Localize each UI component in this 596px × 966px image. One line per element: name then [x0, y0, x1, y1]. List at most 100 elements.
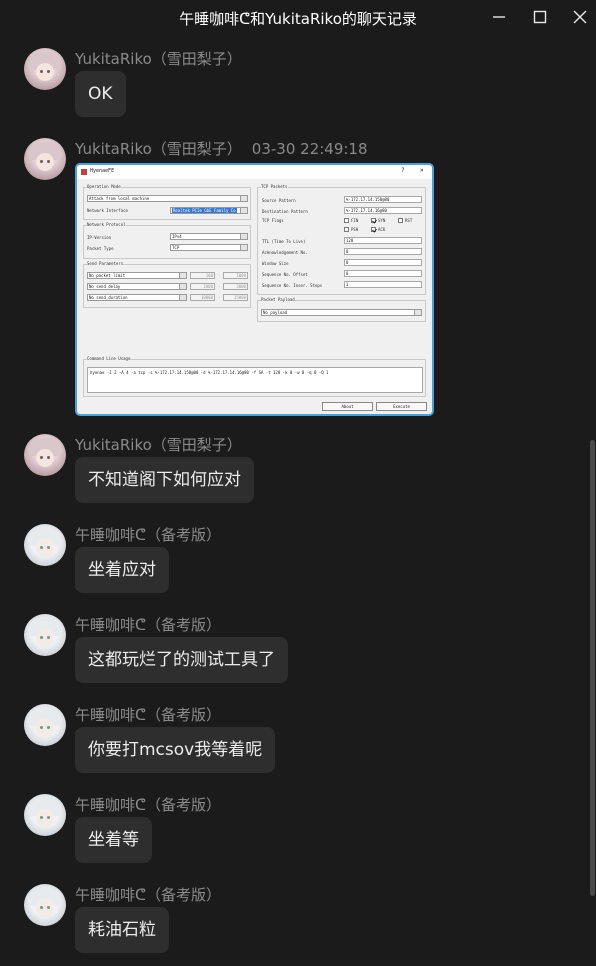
sender-name: 午睡咖啡ᕦ（备考版）: [75, 706, 221, 724]
message-item: 午睡咖啡ᕦ（备考版） 耗油石粒: [24, 872, 564, 962]
sender-name: 午睡咖啡ᕦ（备考版）: [75, 616, 221, 634]
network-protocol-group: [83, 225, 251, 259]
rst-checkbox: [398, 218, 403, 223]
message-item: YukitaRiko（雪田梨子） 03-30 22:49:18 HyenaeFE …: [24, 126, 564, 426]
syn-checkbox: [371, 218, 376, 223]
send-delay-max: 3000: [223, 283, 248, 290]
hyenae-title: HyenaeFE: [90, 168, 115, 174]
sender-name-text: YukitaRiko（雪田梨子）: [75, 140, 242, 158]
scrollbar-thumb[interactable]: [590, 440, 595, 896]
packet-limit-max: 1000: [223, 272, 248, 279]
avatar[interactable]: [24, 524, 66, 566]
execute-button: Execute: [376, 402, 427, 411]
send-duration-select: No send duration: [87, 294, 187, 301]
network-interface-value: Realtek PCIe GbE Family Co: [172, 208, 237, 213]
ack-number-label: Acknowledgement No.: [262, 250, 308, 255]
message-item: YukitaRiko（雪田梨子） 不知道阁下如何应对: [24, 422, 564, 512]
packet-type-select: TCP: [170, 244, 248, 251]
title-bar: 午睡咖啡ᕦ和YukitaRiko的聊天记录: [0, 0, 596, 36]
ttl-field: 128: [344, 237, 422, 244]
destination-pattern-label: Destination Pattern: [262, 209, 308, 214]
psh-checkbox: [344, 227, 349, 232]
maximize-button[interactable]: [529, 6, 551, 28]
message-bubble[interactable]: 耗油石粒: [75, 907, 169, 953]
send-delay-select: No send delay: [87, 283, 187, 290]
packet-payload-label: Packet Payload: [261, 297, 295, 302]
message-bubble[interactable]: 坐着等: [75, 817, 152, 863]
command-line-field: hyenae -I 2 -A 4 -a tcp -s %-172.17.14.1…: [87, 367, 423, 393]
seq-steps-field: 1: [344, 281, 422, 288]
tcp-packets-label: TCP Packets: [261, 184, 288, 189]
minimize-button[interactable]: [488, 6, 510, 28]
sender-name: 午睡咖啡ᕦ（备考版）: [75, 796, 221, 814]
ack-checkbox: [371, 227, 376, 232]
source-pattern-label: Source Pattern: [262, 198, 296, 203]
operation-mode-label: Operation Mode: [87, 184, 121, 189]
packet-limit-min: 100: [190, 272, 215, 279]
send-duration-max: 15000: [223, 294, 248, 301]
send-duration-min: 10000: [190, 294, 215, 301]
ttl-label: TTL (Time To Live): [262, 239, 306, 244]
avatar[interactable]: [24, 884, 66, 926]
message-bubble[interactable]: 不知道阁下如何应对: [75, 457, 254, 503]
screenshot-image[interactable]: HyenaeFE ? × Operation Mode Attack from …: [75, 163, 434, 416]
seq-offset-label: Sequence No. Offset: [262, 272, 308, 277]
ack-number-field: 0: [344, 248, 422, 255]
message-item: 午睡咖啡ᕦ（备考版） 你要打mcsov我等着呢: [24, 692, 564, 782]
help-icon: ?: [401, 167, 405, 174]
avatar[interactable]: [24, 48, 66, 90]
avatar[interactable]: [24, 138, 66, 180]
window-size-field: 0: [344, 259, 422, 266]
message-bubble[interactable]: OK: [75, 71, 126, 117]
operation-mode-select: Attack from local machine: [87, 195, 248, 202]
source-pattern-field: %-172.17.14.158@80: [344, 196, 422, 203]
tcp-flags-label: TCP Flags: [262, 218, 284, 223]
send-parameters-label: Send Parameters: [87, 261, 124, 266]
packet-type-label: Packet Type: [87, 246, 114, 251]
sender-name: YukitaRiko（雪田梨子）: [75, 436, 242, 454]
message-bubble[interactable]: 你要打mcsov我等着呢: [75, 727, 276, 773]
about-button: About: [322, 402, 373, 411]
message-item: YukitaRiko（雪田梨子） OK: [24, 36, 564, 126]
ip-version-select: IPv4: [170, 233, 248, 240]
network-protocol-label: Network Protocol: [87, 222, 126, 227]
ack-flag-label: ACK: [378, 227, 386, 232]
avatar[interactable]: [24, 794, 66, 836]
close-icon: [573, 10, 587, 24]
message-item: 午睡咖啡ᕦ（备考版） 坐着等: [24, 782, 564, 872]
message-item: 午睡咖啡ᕦ（备考版） 坐着应对: [24, 512, 564, 602]
fin-label: FIN: [351, 218, 359, 223]
syn-label: SYN: [378, 218, 386, 223]
network-interface-select: Realtek PCIe GbE Family Co: [170, 207, 248, 214]
sender-name: 午睡咖啡ᕦ（备考版）: [75, 886, 221, 904]
message-timestamp: 03-30 22:49:18: [251, 140, 368, 158]
close-button[interactable]: [569, 6, 591, 28]
packet-limit-select: No packet limit: [87, 272, 187, 279]
chat-history[interactable]: YukitaRiko（雪田梨子） OK YukitaRiko（雪田梨子） 03-3…: [0, 36, 596, 966]
message-bubble[interactable]: 坐着应对: [75, 547, 169, 593]
minimize-icon: [493, 16, 505, 18]
avatar[interactable]: [24, 434, 66, 476]
packet-payload-select: No payload: [261, 309, 422, 316]
psh-label: PSH: [351, 227, 359, 232]
range-separator: -: [218, 284, 221, 289]
send-delay-min: 1000: [190, 283, 215, 290]
close-icon: ×: [420, 167, 424, 174]
sender-name: YukitaRiko（雪田梨子）: [75, 50, 242, 68]
avatar[interactable]: [24, 614, 66, 656]
maximize-icon: [533, 10, 547, 24]
seq-steps-label: Sequence No. Inser. Steps: [262, 283, 323, 288]
rst-label: RST: [405, 218, 413, 223]
range-separator: -: [218, 273, 221, 278]
hyenae-window: HyenaeFE ? × Operation Mode Attack from …: [77, 165, 432, 414]
message-bubble[interactable]: 这都玩烂了的测试工具了: [75, 637, 288, 683]
fin-checkbox: [344, 218, 349, 223]
hyenae-titlebar: HyenaeFE ? ×: [77, 165, 432, 179]
app-icon: [81, 169, 87, 175]
sender-name: 午睡咖啡ᕦ（备考版）: [75, 526, 221, 544]
destination-pattern-field: %-172.17.14.16@80: [344, 207, 422, 214]
ip-version-label: IP-Version: [87, 235, 112, 240]
seq-offset-field: 0: [344, 270, 422, 277]
range-separator: -: [218, 295, 221, 300]
avatar[interactable]: [24, 704, 66, 746]
